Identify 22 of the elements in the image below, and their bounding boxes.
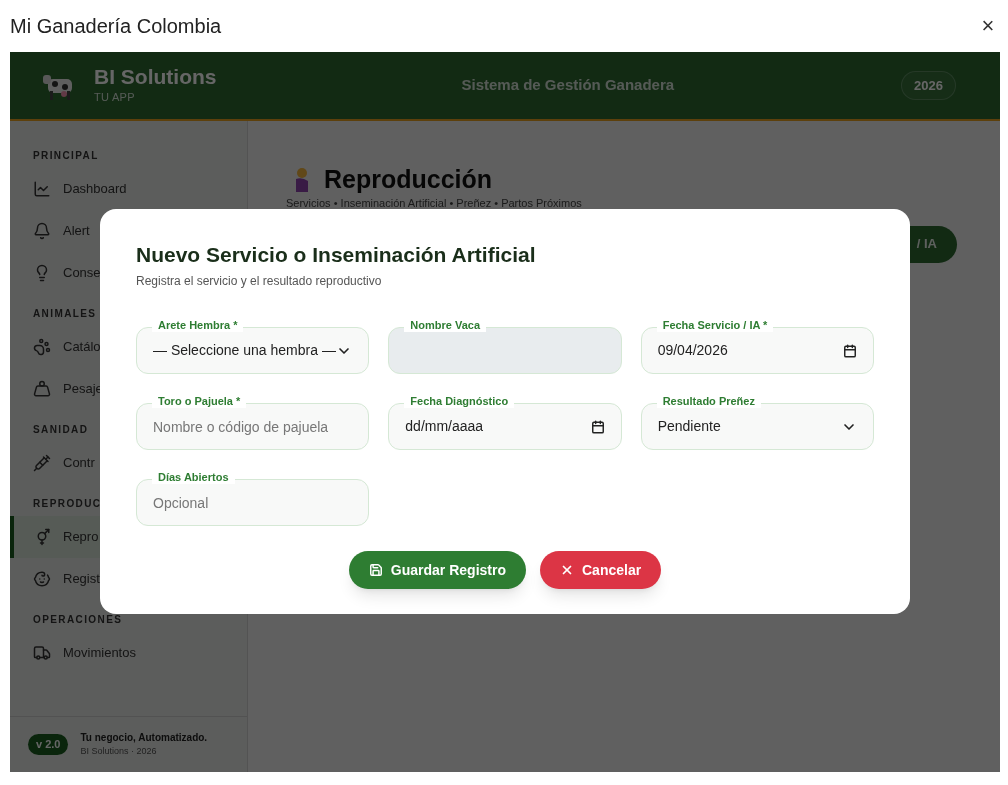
field-label: Días Abiertos <box>152 470 235 484</box>
field-label: Arete Hembra * <box>152 318 244 332</box>
footer-slogan: Tu negocio, Automatizado. <box>80 731 208 746</box>
page-subtitle: Servicios • Inseminación Artificial • Preñez • Partos Próximos <box>286 196 582 210</box>
field-label: Fecha Servicio / IA * <box>656 318 774 332</box>
window-title: Mi Ganadería Colombia <box>10 14 222 39</box>
section-title: OPERACIONES <box>33 614 123 626</box>
section-title: PRINCIPAL <box>33 150 99 162</box>
brand-name: BI Solutions <box>94 65 217 90</box>
header-title: Sistema de Gestión Ganadera <box>461 75 675 96</box>
field-label: Fecha Diagnóstico <box>404 394 515 408</box>
field-label: Resultado Preñez <box>656 394 761 408</box>
section-title: SANIDAD <box>33 424 89 436</box>
field-label: Nombre Vaca <box>404 318 487 332</box>
page-title: Reproducción <box>324 164 493 195</box>
section-title: ANIMALES <box>33 308 97 320</box>
field-label: Toro o Pajuela * <box>152 394 247 408</box>
section-title: REPRODUC <box>33 498 102 510</box>
modal-title: Nuevo Servicio o Inseminación Artificial <box>136 242 537 268</box>
modal-subtitle: Registra el servicio y el resultado reproductivo <box>136 273 383 290</box>
version-badge: v 2.0 <box>28 734 69 755</box>
brand-tagline: TU APP <box>94 90 136 106</box>
